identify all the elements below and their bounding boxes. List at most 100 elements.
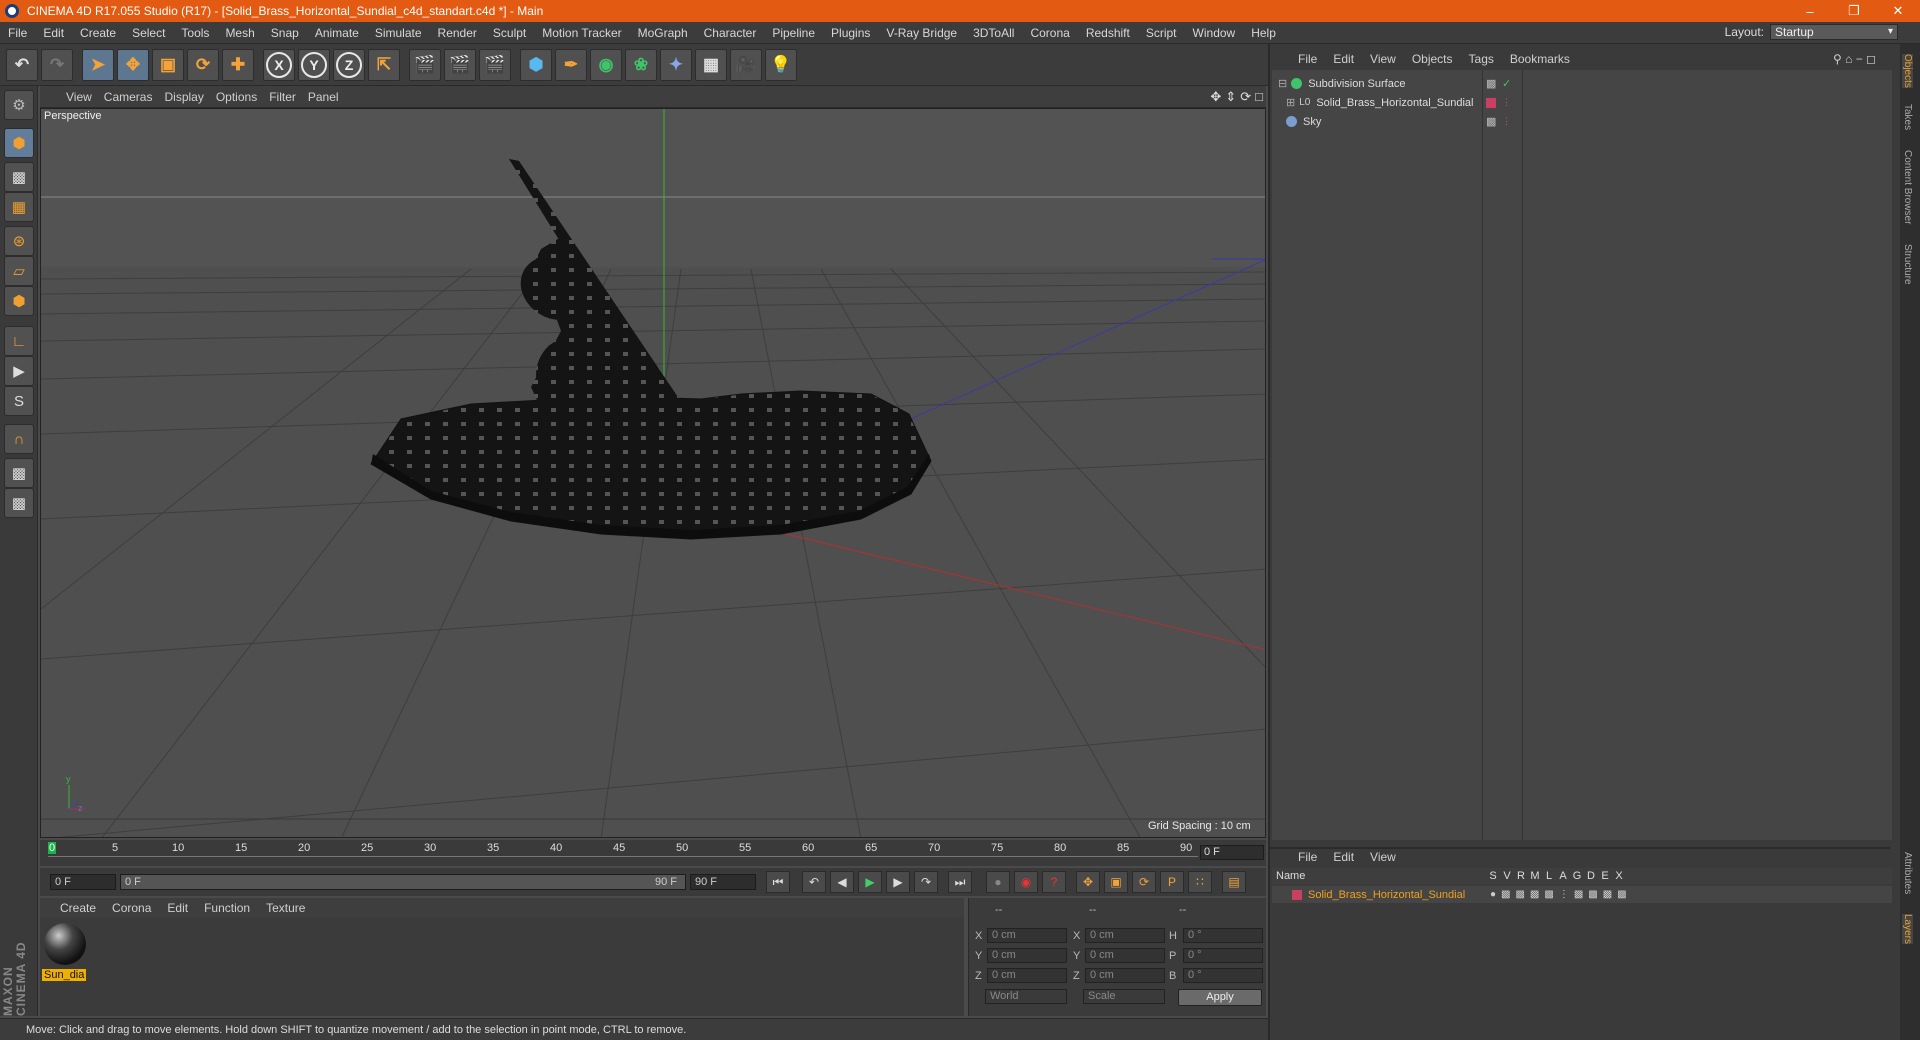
- points-mode-icon[interactable]: ⊛: [4, 226, 34, 256]
- menu-motion-tracker[interactable]: Motion Tracker: [534, 26, 629, 40]
- cube-object-icon[interactable]: ⬢: [520, 48, 552, 81]
- scale-y-field[interactable]: 0 cm: [1085, 948, 1165, 963]
- layers-menu-edit[interactable]: Edit: [1325, 850, 1362, 864]
- orbit-view-icon[interactable]: ⟳: [1240, 89, 1251, 105]
- autokey-icon[interactable]: ◉: [1014, 871, 1038, 893]
- layer-color-swatch[interactable]: [1292, 889, 1302, 900]
- menu-file[interactable]: File: [0, 26, 35, 40]
- collapse-icon[interactable]: ⊟: [1278, 77, 1287, 90]
- menu-edit[interactable]: Edit: [35, 26, 72, 40]
- keyframe-selection-icon[interactable]: ?: [1042, 871, 1066, 893]
- menu-sculpt[interactable]: Sculpt: [485, 26, 534, 40]
- menu-render[interactable]: Render: [430, 26, 485, 40]
- snap-magnet-icon[interactable]: ∩: [4, 424, 34, 454]
- coordinate-system-icon[interactable]: ⇱: [368, 48, 400, 81]
- viewport-menu-panel[interactable]: Panel: [308, 90, 351, 104]
- apply-button[interactable]: Apply: [1178, 989, 1262, 1006]
- axis-mode-icon[interactable]: ∟: [4, 326, 34, 356]
- material-thumbnail[interactable]: [44, 923, 86, 965]
- menu-corona[interactable]: Corona: [1022, 26, 1077, 40]
- material-menu-edit[interactable]: Edit: [159, 901, 196, 915]
- menu-redshift[interactable]: Redshift: [1078, 26, 1138, 40]
- menu-help[interactable]: Help: [1243, 26, 1284, 40]
- menu-create[interactable]: Create: [72, 26, 124, 40]
- menu-plugins[interactable]: Plugins: [823, 26, 878, 40]
- objects-menu-edit[interactable]: Edit: [1325, 52, 1362, 66]
- layer-col-header[interactable]: D: [1584, 870, 1598, 882]
- coordinate-mode-dropdown[interactable]: World: [985, 989, 1067, 1004]
- layer-col-header[interactable]: G: [1570, 870, 1584, 882]
- viewport-menu-view[interactable]: View: [50, 90, 104, 104]
- live-selection-icon[interactable]: ✚: [222, 48, 254, 81]
- objects-menu-bookmarks[interactable]: Bookmarks: [1502, 52, 1578, 66]
- menu-animate[interactable]: Animate: [307, 26, 367, 40]
- scale-z-field[interactable]: 0 cm: [1085, 968, 1165, 983]
- editor-visibility-icon[interactable]: ▩: [1486, 77, 1496, 90]
- undo-icon[interactable]: ↶: [6, 48, 38, 81]
- end-frame-field[interactable]: 90 F: [690, 874, 756, 890]
- menu-select[interactable]: Select: [124, 26, 173, 40]
- menu-mograph[interactable]: MoGraph: [630, 26, 696, 40]
- rotation-b-field[interactable]: 0 °: [1183, 968, 1263, 983]
- menu-3dtoall[interactable]: 3DToAll: [965, 26, 1022, 40]
- go-to-end-icon[interactable]: ⏭: [948, 871, 972, 893]
- frame-range-slider[interactable]: 0 F 90 F: [120, 874, 686, 890]
- solo-mode-icon[interactable]: S: [4, 386, 34, 416]
- material-menu-function[interactable]: Function: [196, 901, 258, 915]
- layer-flags-icon[interactable]: ●▩▩▩▩⋮▩▩▩▩: [1490, 889, 1632, 900]
- deformer-icon[interactable]: ✦: [660, 48, 692, 81]
- object-row-sky[interactable]: Sky ▩ ⋮: [1272, 112, 1892, 131]
- start-frame-field[interactable]: 0 F: [50, 874, 116, 890]
- menu-vray-bridge[interactable]: V-Ray Bridge: [878, 26, 965, 40]
- scale-tool-icon[interactable]: ▣: [152, 48, 184, 81]
- objects-menu-objects[interactable]: Objects: [1404, 52, 1461, 66]
- camera-icon[interactable]: 🎥: [730, 48, 762, 81]
- material-menu-create[interactable]: Create: [52, 901, 104, 915]
- play-forward-icon[interactable]: ▶: [858, 871, 882, 893]
- objects-menu-view[interactable]: View: [1362, 52, 1404, 66]
- objects-menu-tags[interactable]: Tags: [1461, 52, 1502, 66]
- layers-menu-file[interactable]: File: [1290, 850, 1325, 864]
- menu-simulate[interactable]: Simulate: [367, 26, 430, 40]
- layer-col-header[interactable]: S: [1486, 870, 1500, 882]
- maximize-view-icon[interactable]: □: [1255, 89, 1263, 105]
- close-button[interactable]: ✕: [1876, 0, 1920, 22]
- timeline-window-icon[interactable]: ▤: [1222, 871, 1246, 893]
- go-to-start-icon[interactable]: ⏮: [766, 871, 790, 893]
- make-editable-icon[interactable]: ⚙: [4, 90, 34, 120]
- key-scale-icon[interactable]: ▣: [1104, 871, 1128, 893]
- floor-object-icon[interactable]: ▦: [695, 48, 727, 81]
- search-icon[interactable]: ⚲ ⌂ − ◻: [1833, 52, 1876, 66]
- spline-pen-icon[interactable]: ✒: [555, 48, 587, 81]
- minimize-button[interactable]: –: [1788, 0, 1832, 22]
- render-view-icon[interactable]: 🎬: [409, 48, 441, 81]
- expand-icon[interactable]: ⊞: [1286, 96, 1295, 109]
- layer-color-swatch[interactable]: [1486, 97, 1496, 108]
- workplane-mode-icon[interactable]: ▦: [4, 192, 34, 222]
- layer-col-header[interactable]: X: [1612, 870, 1626, 882]
- scale-x-field[interactable]: 0 cm: [1085, 928, 1165, 943]
- light-icon[interactable]: 💡: [765, 48, 797, 81]
- tab-objects[interactable]: Objects: [1902, 54, 1913, 88]
- material-name[interactable]: Sun_dia: [42, 969, 87, 981]
- z-axis-lock-icon[interactable]: Z: [333, 48, 365, 81]
- key-pla-icon[interactable]: ∷: [1188, 871, 1212, 893]
- layer-col-header[interactable]: E: [1598, 870, 1612, 882]
- material-menu-texture[interactable]: Texture: [258, 901, 313, 915]
- enabled-check-icon[interactable]: ✓: [1502, 77, 1511, 90]
- workplane-align-icon[interactable]: ▩: [4, 488, 34, 518]
- key-rotation-icon[interactable]: ⟳: [1132, 871, 1156, 893]
- texture-mode-icon[interactable]: ▩: [4, 162, 34, 192]
- render-picture-viewer-icon[interactable]: 🎬: [444, 48, 476, 81]
- next-frame-icon[interactable]: ▶: [886, 871, 910, 893]
- objects-menu-file[interactable]: File: [1290, 52, 1325, 66]
- model-mode-icon[interactable]: ⬢: [4, 128, 34, 158]
- cloner-icon[interactable]: ❀: [625, 48, 657, 81]
- menu-tools[interactable]: Tools: [173, 26, 217, 40]
- move-tool-icon[interactable]: ✥: [117, 48, 149, 81]
- position-x-field[interactable]: 0 cm: [987, 928, 1067, 943]
- dolly-view-icon[interactable]: ⇕: [1225, 89, 1236, 105]
- key-parameter-icon[interactable]: P: [1160, 871, 1184, 893]
- menu-pipeline[interactable]: Pipeline: [764, 26, 823, 40]
- previous-key-icon[interactable]: ↶: [802, 871, 826, 893]
